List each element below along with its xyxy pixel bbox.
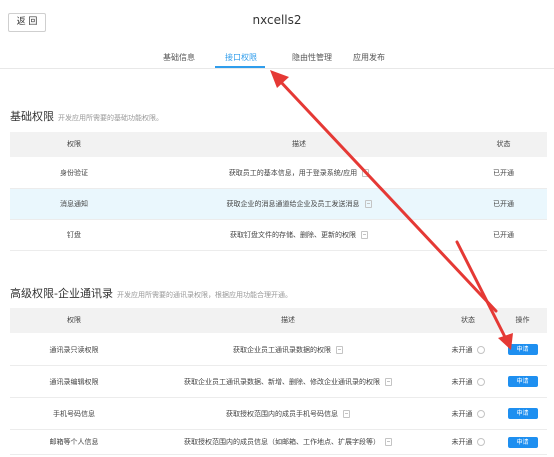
status-text: 已开通 [493, 169, 514, 177]
permission-description: 获取钉盘文件的存储、删除、更新的权限 [138, 220, 460, 250]
advanced-section-subtitle: 开发应用所需要的通讯录权限，根据应用功能合理开通。 [116, 291, 292, 299]
advanced-section-heading: 高级权限-企业通讯录 [10, 287, 113, 300]
table-row: 钉盘 获取钉盘文件的存储、删除、更新的权限 已开通 [10, 220, 547, 251]
question-icon[interactable] [476, 438, 485, 446]
status-text: 未开通 [438, 366, 498, 397]
table-row: 邮箱等个人信息 获取授权范围内的成员信息（如邮箱、工作地点、扩展字段等） 未开通… [10, 430, 547, 455]
table-row: 手机号码信息 获取授权范围内的成员手机号码信息 未开通 申请 [10, 398, 547, 430]
basic-section-title: 基础权限 开发应用所需要的基础功能权限。 [10, 108, 163, 124]
apply-button[interactable]: 申请 [507, 408, 538, 419]
basic-section-subtitle: 开发应用所需要的基础功能权限。 [58, 114, 163, 122]
doc-icon[interactable] [362, 169, 370, 177]
advanced-section-title: 高级权限-企业通讯录 开发应用所需要的通讯录权限，根据应用功能合理开通。 [10, 285, 292, 301]
action-cell: 申请 [498, 398, 547, 429]
permission-description: 获取授权范围内的成员手机号码信息 [138, 398, 438, 429]
table-row: 通讯录只读权限 获取企业员工通讯录数据的权限 未开通 申请 [10, 334, 547, 366]
question-icon[interactable] [476, 377, 485, 386]
status-text: 未开通 [438, 430, 498, 454]
top-bar: 返 回 nxcells2 基础信息 接口权限 隐由性管理 应用发布 [0, 0, 554, 69]
app-title: nxcells2 [252, 13, 302, 27]
action-cell: 申请 [498, 366, 547, 397]
permission-name: 钉盘 [67, 231, 81, 239]
permission-description: 获取企业的消息通道给企业及员工发送消息 [138, 189, 460, 219]
apply-button[interactable]: 申请 [507, 344, 538, 355]
tab-app-publish[interactable]: 应用发布 [353, 52, 385, 63]
table-row: 身份验证 获取员工的基本信息，用于登录系统/应用 已开通 [10, 158, 547, 189]
permission-description: 获取授权范围内的成员信息（如邮箱、工作地点、扩展字段等） [138, 430, 438, 454]
arrow-to-tab-head [270, 70, 289, 88]
permission-name: 消息通知 [60, 200, 88, 208]
advanced-table-header: 权限 描述 状态 操作 [10, 308, 547, 333]
active-tab-indicator [215, 66, 265, 68]
col-description: 描述 [281, 316, 295, 324]
doc-icon[interactable] [336, 345, 343, 354]
col-status: 状态 [496, 140, 511, 148]
permission-description: 获取员工的基本信息，用于登录系统/应用 [138, 158, 460, 188]
status-text: 未开通 [438, 334, 498, 365]
tab-bar: 基础信息 接口权限 隐由性管理 应用发布 [0, 52, 554, 68]
status-text: 已开通 [493, 200, 514, 208]
permission-name: 通讯录编辑权限 [49, 377, 99, 386]
permission-name: 手机号码信息 [53, 409, 95, 418]
doc-icon[interactable] [361, 231, 368, 239]
status-text: 未开通 [438, 398, 498, 429]
doc-icon[interactable] [364, 200, 372, 208]
col-permission: 权限 [67, 316, 81, 324]
col-action: 操作 [515, 316, 530, 324]
apply-button[interactable]: 申请 [507, 376, 538, 387]
permission-name: 邮箱等个人信息 [49, 438, 99, 446]
table-row: 消息通知 获取企业的消息通道给企业及员工发送消息 已开通 [10, 189, 547, 220]
col-description: 描述 [292, 140, 306, 148]
status-text: 已开通 [493, 231, 514, 239]
permission-name: 身份验证 [60, 169, 88, 177]
tab-api-permissions[interactable]: 接口权限 [225, 52, 257, 63]
basic-table-header: 权限 描述 状态 [10, 132, 547, 157]
permission-description: 获取企业员工通讯录数据的权限 [138, 334, 438, 365]
question-icon[interactable] [476, 409, 485, 418]
permission-name: 通讯录只读权限 [49, 345, 99, 354]
tab-basic-info[interactable]: 基础信息 [163, 52, 195, 63]
tab-privacy-management[interactable]: 隐由性管理 [292, 52, 332, 63]
doc-icon[interactable] [385, 377, 392, 386]
col-status: 状态 [461, 316, 475, 324]
action-cell: 申请 [498, 430, 547, 454]
table-row: 通讯录编辑权限 获取企业员工通讯录数据、新增、删除、修改企业通讯录的权限 未开通… [10, 366, 547, 398]
permission-description: 获取企业员工通讯录数据、新增、删除、修改企业通讯录的权限 [138, 366, 438, 397]
action-cell: 申请 [498, 334, 547, 365]
apply-button[interactable]: 申请 [507, 436, 538, 448]
doc-icon[interactable] [343, 409, 350, 418]
question-icon[interactable] [476, 345, 485, 354]
doc-icon[interactable] [385, 438, 392, 446]
basic-section-heading: 基础权限 [10, 110, 54, 123]
col-permission: 权限 [67, 140, 81, 148]
